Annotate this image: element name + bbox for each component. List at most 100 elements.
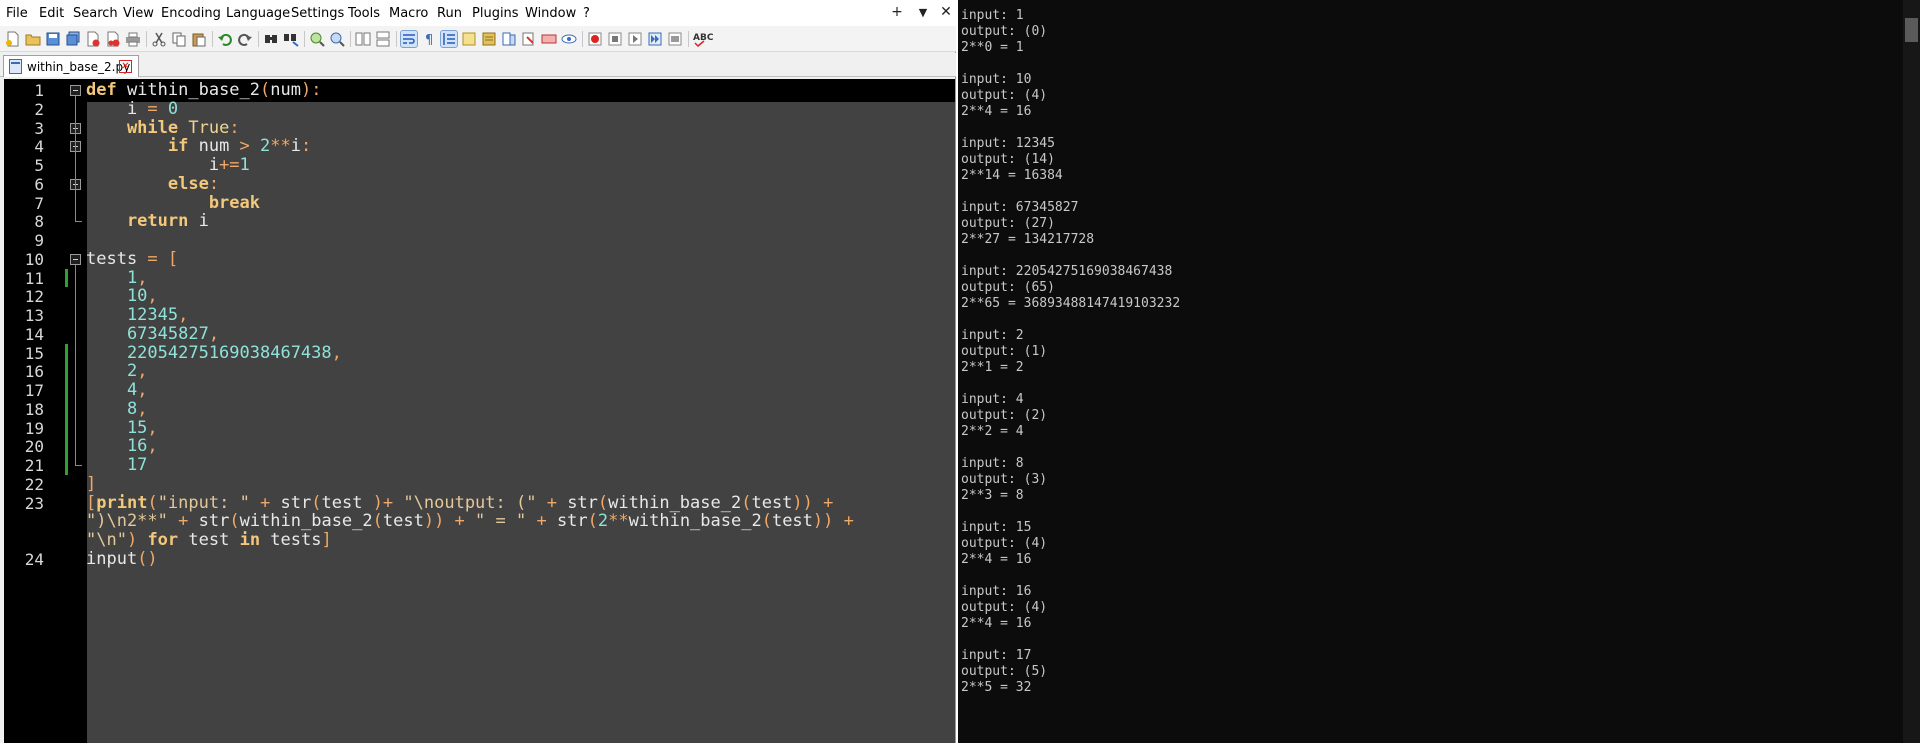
tab-within-base-2[interactable]: within_base_2.py ✕ [3, 55, 139, 77]
user-lang-icon[interactable] [461, 31, 477, 47]
code-token: + [249, 492, 281, 513]
code-token: True [178, 117, 230, 138]
monitoring-icon[interactable] [541, 31, 557, 47]
menu-plugins[interactable]: Plugins [472, 6, 519, 21]
code-line: 15, [86, 418, 158, 438]
menu-view[interactable]: View [123, 6, 154, 21]
code-token: 1 [86, 267, 138, 288]
menu-encoding[interactable]: Encoding [161, 6, 221, 21]
sync-vertical-icon[interactable] [355, 31, 371, 47]
console-line: input: 17 [961, 648, 1032, 663]
paste-icon[interactable] [191, 31, 207, 47]
close-icon[interactable] [85, 31, 101, 47]
menu-run[interactable]: Run [437, 6, 462, 21]
indent-guide-icon[interactable] [440, 30, 458, 48]
menu-edit[interactable]: Edit [39, 6, 64, 21]
menu-help[interactable]: ? [583, 6, 590, 21]
menu-tools[interactable]: Tools [348, 6, 380, 21]
console-line: 2**14 = 16384 [961, 168, 1063, 183]
sync-horizontal-icon[interactable] [375, 31, 391, 47]
word-wrap-icon[interactable] [400, 30, 418, 48]
code-token: 22054275169038467438 [86, 342, 332, 363]
code-token: tests [86, 248, 148, 269]
console-scrollbar[interactable] [1903, 0, 1920, 743]
stop-macro-icon[interactable] [607, 31, 623, 47]
folder-workspace-icon[interactable] [521, 31, 537, 47]
save-macro-icon[interactable] [667, 31, 683, 47]
menu-bar: File Edit Search View Encoding Language … [0, 0, 956, 26]
code-token: 15 [86, 417, 148, 438]
menu-search[interactable]: Search [73, 6, 118, 21]
console-line: input: 22054275169038467438 [961, 264, 1173, 279]
run-macro-multiple-icon[interactable] [647, 31, 663, 47]
code-token: else [86, 173, 209, 194]
console-scroll-thumb[interactable] [1905, 18, 1918, 42]
line-number: 11 [24, 268, 44, 288]
code-token: ( [260, 80, 271, 100]
fold-toggle-icon[interactable] [70, 85, 81, 96]
find-icon[interactable] [263, 31, 279, 47]
line-number: 8 [34, 212, 44, 232]
code-token: > [239, 136, 250, 157]
fold-toggle-icon[interactable] [70, 253, 81, 265]
function-list-icon[interactable] [501, 31, 517, 47]
copy-icon[interactable] [171, 31, 187, 47]
code-token: : [301, 136, 312, 157]
menu-settings[interactable]: Settings [291, 6, 344, 21]
spell-check-icon[interactable]: ABC [693, 31, 717, 47]
close-all-icon[interactable] [105, 31, 121, 47]
console-line: input: 12345 [961, 136, 1055, 151]
code-token: "input: " [157, 492, 250, 513]
code-line: 4, [86, 380, 148, 400]
zoom-out-icon[interactable] [329, 31, 345, 47]
redo-icon[interactable] [237, 31, 253, 47]
code-token: ( [372, 511, 383, 532]
record-macro-icon[interactable] [587, 31, 603, 47]
open-file-icon[interactable] [25, 31, 41, 47]
replace-icon[interactable] [283, 31, 299, 47]
code-token: i [86, 98, 148, 119]
tab-close-icon[interactable]: ✕ [119, 60, 132, 73]
tab-list-dropdown-icon[interactable]: ▼ [914, 6, 932, 19]
line-number: 12 [24, 287, 44, 307]
play-macro-icon[interactable] [627, 31, 643, 47]
show-all-chars-icon[interactable]: ¶ [421, 31, 437, 47]
menu-window[interactable]: Window [525, 6, 576, 21]
console-line: output: (5) [961, 664, 1048, 679]
tab-title: within_base_2.py [27, 60, 131, 74]
doc-map-icon[interactable] [481, 31, 497, 47]
new-file-icon[interactable] [5, 31, 21, 47]
menu-language[interactable]: Language [226, 6, 290, 21]
preview-icon[interactable] [561, 31, 577, 47]
code-line: 16, [86, 436, 158, 456]
line-number: 7 [34, 193, 44, 213]
code-token: , [208, 323, 220, 344]
code-line: if num > 2**i: [86, 136, 311, 156]
code-token: num [270, 80, 301, 100]
code-editor[interactable]: 1 def within_base_2(num): 2 i = 03 while T… [4, 79, 955, 743]
undo-icon[interactable] [217, 31, 233, 47]
cut-icon[interactable] [151, 31, 167, 47]
line-number: 20 [24, 437, 44, 457]
line-number: 9 [34, 231, 44, 250]
code-token: str [556, 511, 588, 532]
line-number: 10 [24, 249, 44, 269]
console-window: input: 1 output: (0) 2**0 = 1 input: 10 out… [958, 0, 1920, 743]
close-document-icon[interactable]: ✕ [937, 4, 955, 20]
add-tab-icon[interactable]: + [888, 4, 906, 20]
print-icon[interactable] [125, 31, 141, 47]
menu-file[interactable]: File [6, 6, 28, 21]
save-icon[interactable] [45, 31, 61, 47]
console-line: output: (4) [961, 88, 1048, 103]
console-line: output: (27) [961, 216, 1055, 231]
code-token: [ [157, 248, 179, 269]
menu-macro[interactable]: Macro [389, 6, 428, 21]
code-token: ( [741, 492, 752, 513]
zoom-in-icon[interactable] [309, 31, 325, 47]
code-line: input() [86, 549, 158, 569]
save-all-icon[interactable] [65, 31, 81, 47]
toolbar-separator [146, 31, 147, 47]
